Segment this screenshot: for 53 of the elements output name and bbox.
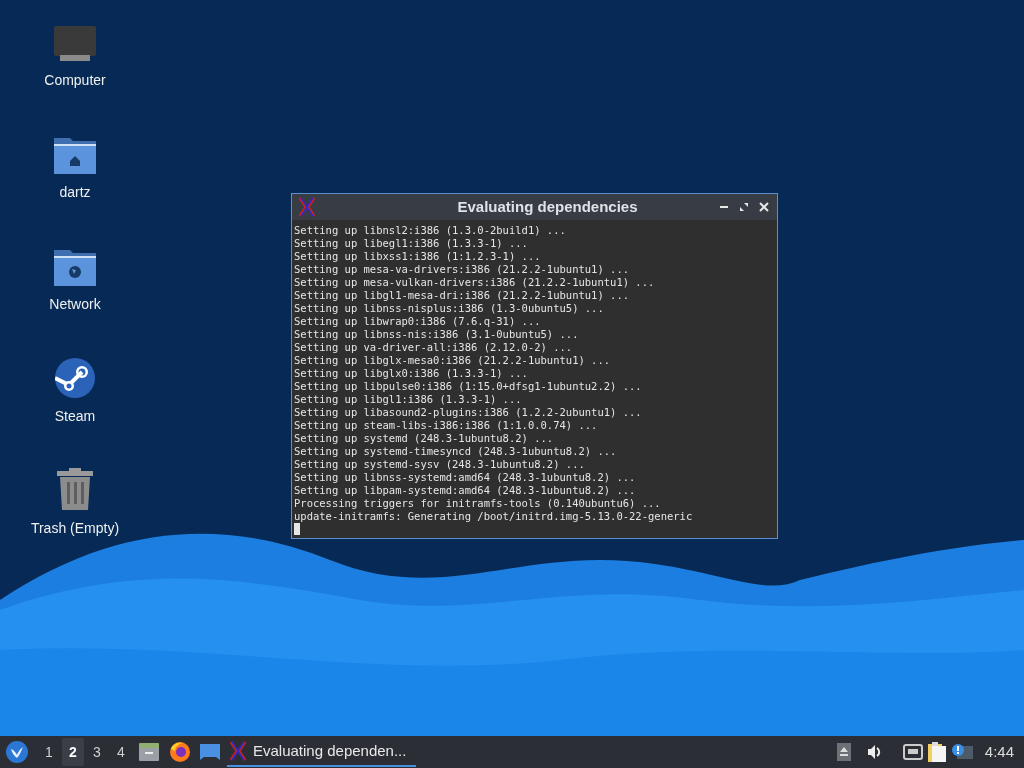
terminal-line: Setting up libnss-nisplus:i386 (1.3-0ubuntu5) ... (294, 302, 605, 315)
terminal-line: Processing triggers for initramfs-tools (0.140ubuntu6) ... (294, 497, 662, 510)
network-icon[interactable] (902, 744, 923, 760)
close-icon[interactable] (759, 202, 769, 212)
workspace-button[interactable]: 2 (62, 738, 84, 766)
circle-logo-icon (55, 358, 95, 398)
globe-folder-icon (54, 248, 96, 286)
home-folder-icon (54, 136, 96, 174)
terminal-line: Setting up systemd (248.3-1ubuntu8.2) ... (294, 432, 555, 445)
icon-label[interactable]: Steam (54, 406, 96, 427)
terminal-line: Setting up libasound2-plugins:i386 (1.2.2-2ubuntu1) ... (294, 406, 643, 419)
file-cabinet-icon[interactable] (138, 742, 160, 762)
desktop-icon[interactable] (199, 743, 221, 761)
icon-label[interactable]: Trash (Empty) (30, 518, 120, 539)
monitor-icon (54, 26, 96, 62)
maximize-icon[interactable] (739, 202, 749, 212)
terminal-line: Setting up libwrap0:i386 (7.6.q-31) ... (294, 315, 542, 328)
window-title: Evaluating dependencies (456, 196, 639, 217)
icon-label[interactable]: Network (49, 294, 101, 315)
terminal-line: Setting up libpam-systemd:amd64 (248.3-1ubuntu8.2) ... (294, 484, 637, 497)
terminal-line: Setting up libnss-nis:i386 (3.1-0ubuntu5) ... (294, 328, 580, 341)
terminal-line: Setting up mesa-vulkan-drivers:i386 (21.2.2-1ubuntu1) ... (294, 276, 656, 289)
notification-icon[interactable] (950, 743, 973, 761)
trash-icon (57, 468, 93, 510)
terminal-line: Setting up libnsl2:i386 (1.3.0-2build1) ... (294, 224, 567, 237)
workspace-button[interactable]: 1 (38, 738, 60, 766)
terminal-line: Setting up libpulse0:i386 (1:15.0+dfsg1-1ubuntu2.2) ... (294, 380, 643, 393)
terminal-line: Setting up systemd-sysv (248.3-1ubuntu8.2) ... (294, 458, 586, 471)
workspace-button[interactable]: 4 (110, 738, 132, 766)
task-button[interactable]: Evaluating dependen... (227, 737, 417, 767)
firefox-icon[interactable] (169, 741, 191, 763)
clipboard-icon[interactable] (926, 741, 947, 763)
terminal-line: Setting up libxss1:i386 (1:1.2.3-1) ... (294, 250, 542, 263)
terminal-line: Setting up libegl1:i386 (1.3.3-1) ... (294, 237, 529, 250)
terminal-line: Setting up va-driver-all:i386 (2.12.0-2) ... (294, 341, 574, 354)
terminal-line: Setting up libgl1:i386 (1.3.3-1) ... (294, 393, 523, 406)
terminal-line: Setting up systemd-timesyncd (248.3-1ubuntu8.2) ... (294, 445, 618, 458)
terminal-line: Setting up libnss-systemd:amd64 (248.3-1ubuntu8.2) ... (294, 471, 637, 484)
eject-icon[interactable] (836, 743, 851, 761)
terminal-line: Setting up mesa-va-drivers:i386 (21.2.2-1ubuntu1) ... (294, 263, 631, 276)
terminal-line: Setting up libglx-mesa0:i386 (21.2.2-1ubuntu1) ... (294, 354, 612, 367)
terminal-line: Setting up libgl1-mesa-dri:i386 (21.2.2-1ubuntu1) ... (294, 289, 631, 302)
x-logo-icon (298, 197, 316, 217)
terminal-line: Setting up libglx0:i386 (1.3.3-1) ... (294, 367, 529, 380)
terminal-line: Setting up steam-libs-i386:i386 (1:1.0.0.74) ... (294, 419, 599, 432)
volume-icon[interactable] (866, 744, 883, 760)
text-cursor (294, 523, 300, 535)
x-logo-icon (229, 741, 247, 761)
workspace-button[interactable]: 3 (86, 738, 108, 766)
terminal-line: update-initramfs: Generating /boot/initrd.img-5.13.0-22-generic (294, 510, 694, 523)
icon-label[interactable]: dartz (59, 182, 91, 203)
clock[interactable]: 4:44 (984, 740, 1014, 764)
icon-label[interactable]: Computer (44, 70, 106, 91)
